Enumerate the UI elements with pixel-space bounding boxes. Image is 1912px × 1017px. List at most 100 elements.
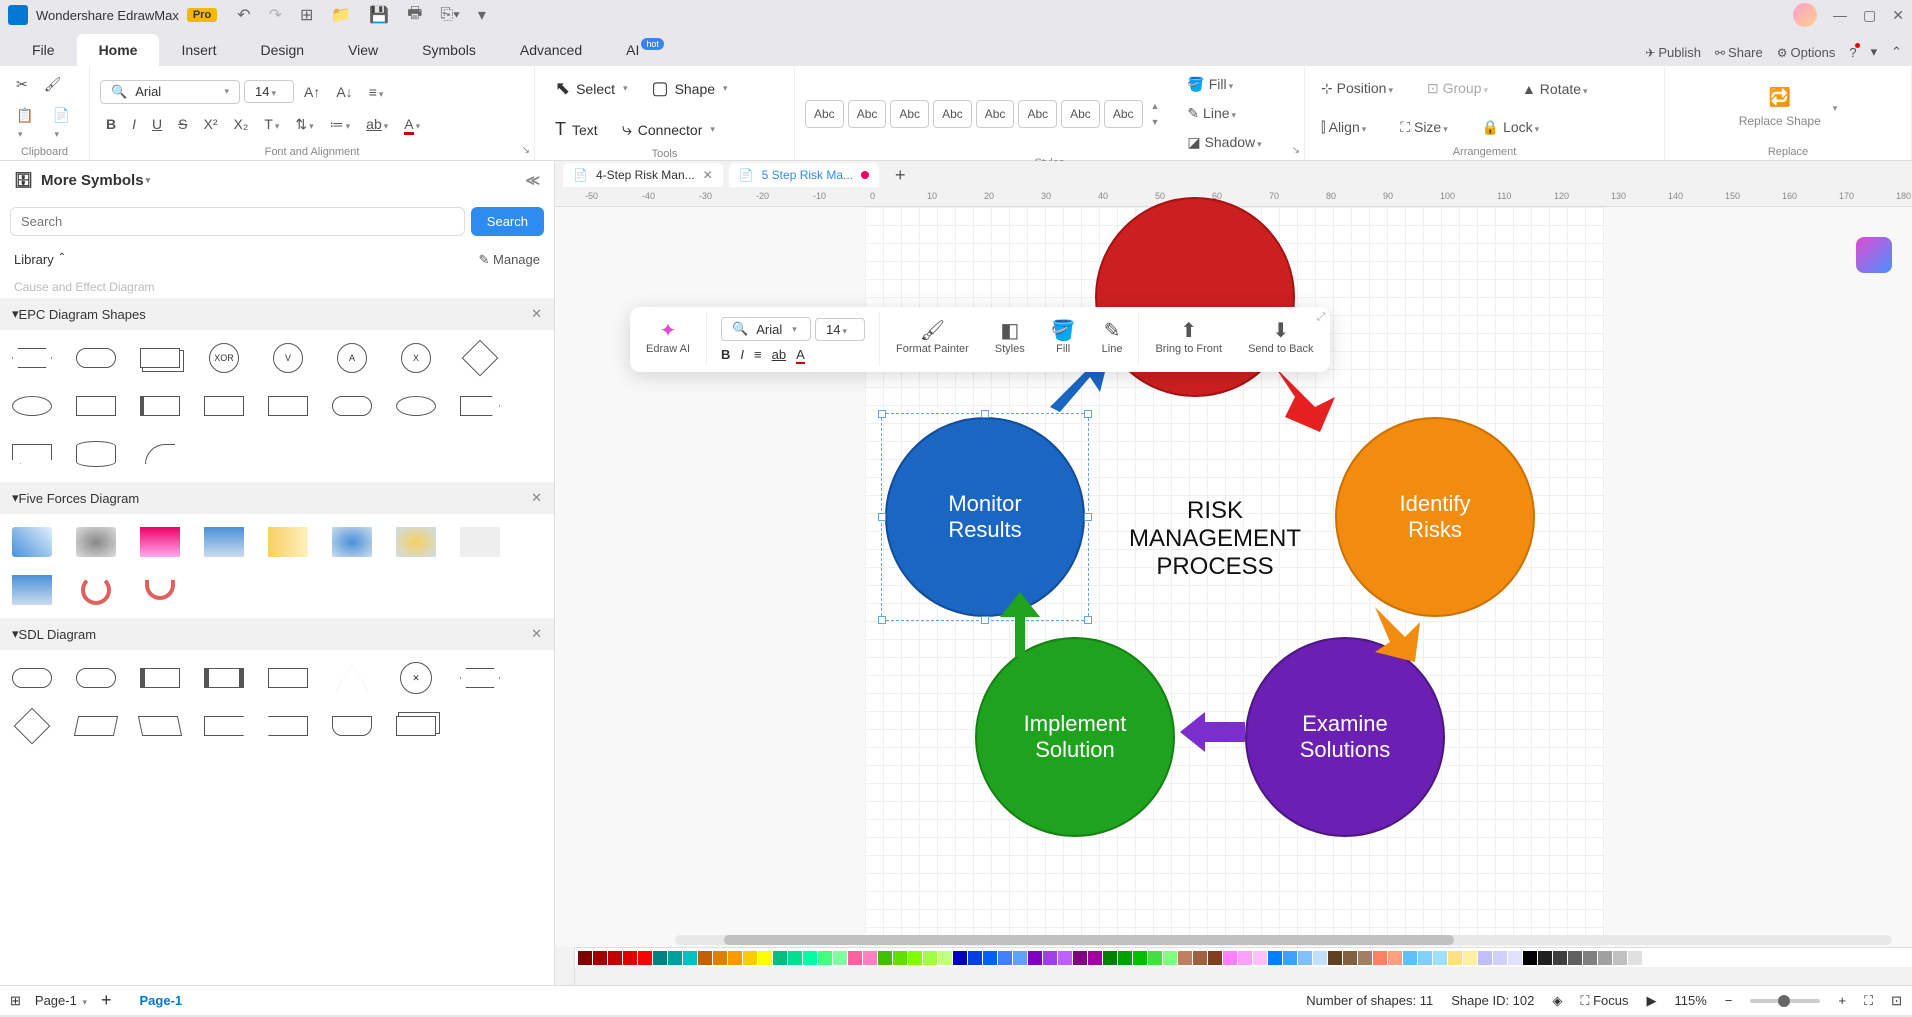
- rotate-button[interactable]: ▲ Rotate▾: [1516, 77, 1594, 101]
- text-tool[interactable]: TText: [545, 113, 608, 146]
- color-swatch[interactable]: [1448, 951, 1462, 965]
- style-swatch[interactable]: Abc: [976, 100, 1015, 128]
- color-swatch[interactable]: [788, 951, 802, 965]
- color-swatch[interactable]: [1358, 951, 1372, 965]
- color-swatch[interactable]: [1583, 951, 1597, 965]
- minimize-icon[interactable]: —: [1833, 7, 1847, 23]
- shape-cylinder[interactable]: [76, 441, 116, 467]
- color-swatch[interactable]: [1103, 951, 1117, 965]
- close-tab-icon[interactable]: ✕: [703, 168, 713, 182]
- style-swatch[interactable]: Abc: [1104, 100, 1143, 128]
- color-swatch[interactable]: [1163, 951, 1177, 965]
- font-launcher-icon[interactable]: ↘: [522, 145, 530, 156]
- category-sdl[interactable]: ▾ SDL Diagram✕: [0, 618, 554, 650]
- color-swatch[interactable]: [1343, 951, 1357, 965]
- color-swatch[interactable]: [878, 951, 892, 965]
- color-swatch[interactable]: [1148, 951, 1162, 965]
- color-swatch[interactable]: [1493, 951, 1507, 965]
- style-swatch[interactable]: Abc: [805, 100, 844, 128]
- doc-tab-2[interactable]: 📄 5 Step Risk Ma...: [729, 163, 879, 187]
- color-swatch[interactable]: [1478, 951, 1492, 965]
- select-tool[interactable]: ⬉Select▾: [545, 72, 638, 105]
- edraw-ai-button[interactable]: ✦ Edraw AI: [636, 313, 700, 359]
- shape-para1[interactable]: [74, 716, 118, 736]
- group-button[interactable]: ⊡ Group▾: [1421, 76, 1494, 101]
- shape-callout[interactable]: [12, 444, 52, 464]
- highlight-icon[interactable]: ab▾: [360, 112, 394, 136]
- tab-file[interactable]: File: [10, 34, 77, 66]
- shape-tool[interactable]: ▢Shape▾: [642, 72, 738, 105]
- shape-rect[interactable]: [76, 396, 116, 416]
- line-button[interactable]: ✎ Line▾: [1181, 101, 1267, 126]
- share-button[interactable]: ⚯Share: [1715, 45, 1763, 60]
- new-icon[interactable]: ⊞: [300, 5, 313, 25]
- float-line[interactable]: ✎Line: [1092, 313, 1133, 359]
- publish-button[interactable]: ✈Publish: [1645, 45, 1701, 60]
- tab-view[interactable]: View: [326, 34, 400, 66]
- shape-double-rect[interactable]: [140, 348, 180, 368]
- tab-symbols[interactable]: Symbols: [400, 34, 498, 66]
- focus-button[interactable]: ⛶ Focus: [1580, 993, 1628, 1009]
- shape-x[interactable]: X: [401, 343, 431, 373]
- underline-icon[interactable]: U: [146, 112, 168, 136]
- bold-icon[interactable]: B: [100, 112, 122, 136]
- collapse-panel-icon[interactable]: ≪: [525, 172, 540, 189]
- color-swatch[interactable]: [653, 951, 667, 965]
- shape-arc-red2[interactable]: [145, 580, 175, 600]
- shape-rect3[interactable]: [268, 396, 308, 416]
- shape-arc-red[interactable]: [81, 575, 111, 605]
- shape-xor[interactable]: XOR: [209, 343, 239, 373]
- fill-button[interactable]: 🪣 Fill▾: [1181, 72, 1267, 97]
- style-scroll-up-icon[interactable]: ▲: [1151, 101, 1160, 111]
- color-swatch[interactable]: [1193, 951, 1207, 965]
- bullets-icon[interactable]: ≔▾: [324, 112, 357, 137]
- float-italic-icon[interactable]: I: [740, 347, 744, 362]
- shape-ff6[interactable]: [332, 527, 372, 557]
- color-swatch[interactable]: [938, 951, 952, 965]
- zoom-out-icon[interactable]: −: [1725, 993, 1733, 1008]
- color-swatch[interactable]: [848, 951, 862, 965]
- style-swatch[interactable]: Abc: [848, 100, 887, 128]
- color-swatch[interactable]: [1613, 951, 1627, 965]
- tab-design[interactable]: Design: [238, 34, 326, 66]
- shape-stack[interactable]: [396, 716, 436, 736]
- redo-icon[interactable]: ↷: [269, 5, 282, 25]
- shape-v[interactable]: V: [273, 343, 303, 373]
- chevron-down-icon[interactable]: ▾: [1871, 44, 1878, 60]
- diagram-node-implement[interactable]: ImplementSolution: [975, 637, 1175, 837]
- color-swatch[interactable]: [1418, 951, 1432, 965]
- shape-ff7[interactable]: [396, 527, 436, 557]
- color-swatch[interactable]: [1223, 951, 1237, 965]
- font-family-select[interactable]: 🔍Arial▾: [100, 80, 240, 104]
- format-painter-icon[interactable]: 🖌: [38, 72, 68, 97]
- color-swatch[interactable]: [1058, 951, 1072, 965]
- color-swatch[interactable]: [1463, 951, 1477, 965]
- shape-ellipse[interactable]: [12, 396, 52, 416]
- color-swatch[interactable]: [863, 951, 877, 965]
- save-icon[interactable]: 💾: [369, 5, 389, 25]
- playback-icon[interactable]: ▶: [1647, 993, 1657, 1009]
- color-swatch[interactable]: [968, 951, 982, 965]
- shape-circle-x[interactable]: ✕: [400, 662, 432, 694]
- close-category-icon[interactable]: ✕: [531, 490, 542, 506]
- color-swatch[interactable]: [638, 951, 652, 965]
- color-swatch[interactable]: [1013, 951, 1027, 965]
- font-size-select[interactable]: 14▾: [244, 80, 294, 103]
- paste-icon[interactable]: 📄▾: [47, 103, 80, 144]
- color-swatch[interactable]: [1328, 951, 1342, 965]
- color-swatch[interactable]: [1523, 951, 1537, 965]
- page-select[interactable]: Page-1 ▾: [35, 993, 87, 1008]
- italic-icon[interactable]: I: [126, 112, 142, 136]
- canvas[interactable]: IdentifyRisks ExamineSolutions Implement…: [555, 207, 1912, 947]
- horizontal-scrollbar[interactable]: [675, 935, 1892, 945]
- shape-doc[interactable]: [140, 396, 180, 416]
- shape-triangle[interactable]: [336, 665, 368, 691]
- float-size-select[interactable]: 14▾: [815, 318, 865, 341]
- close-icon[interactable]: ✕: [1892, 7, 1904, 24]
- increase-font-icon[interactable]: A↑: [298, 80, 326, 104]
- doc-tab-1[interactable]: 📄 4-Step Risk Man... ✕: [563, 163, 723, 187]
- shape-a[interactable]: A: [337, 343, 367, 373]
- shape-rect2[interactable]: [204, 396, 244, 416]
- shape-ff8[interactable]: [460, 527, 500, 557]
- color-swatch[interactable]: [1643, 951, 1657, 965]
